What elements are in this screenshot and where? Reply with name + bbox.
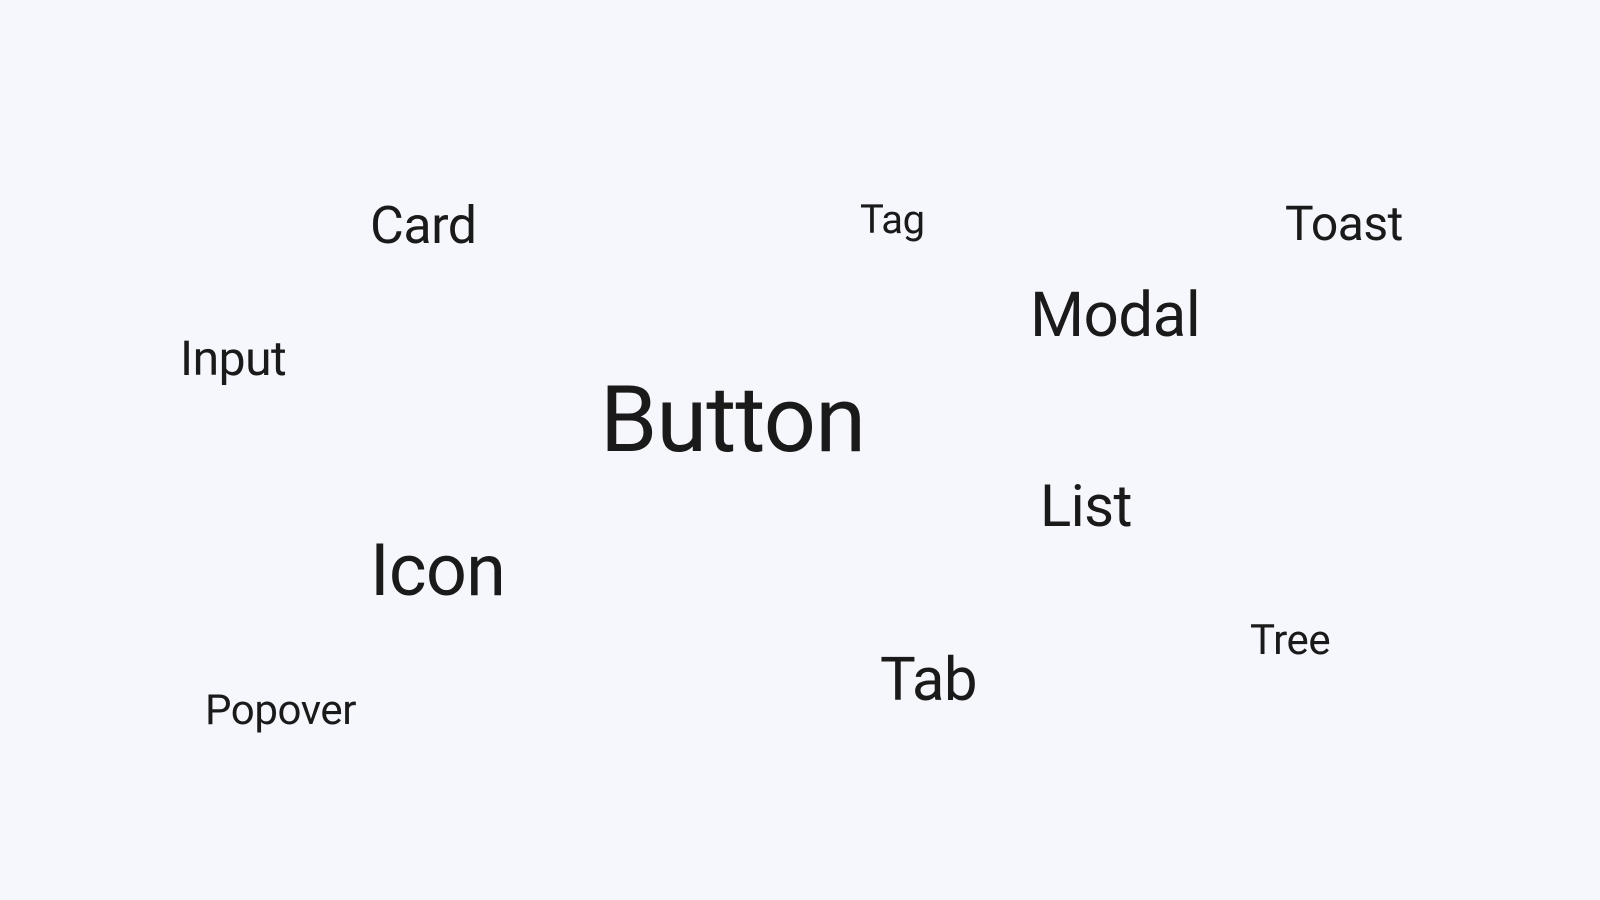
wordcloud-word-popover: Popover [205,690,356,732]
wordcloud-word-list: List [1040,478,1132,536]
wordcloud-word-card: Card [370,200,477,252]
wordcloud-word-input: Input [180,335,286,383]
wordcloud-word-tree: Tree [1250,620,1330,662]
wordcloud-word-icon: Icon [370,535,505,607]
wordcloud-word-modal: Modal [1030,285,1200,347]
wordcloud-word-button: Button [600,375,865,467]
wordcloud-word-tab: Tab [880,650,977,710]
wordcloud-word-tag: Tag [860,200,925,240]
wordcloud-word-toast: Toast [1285,200,1403,248]
